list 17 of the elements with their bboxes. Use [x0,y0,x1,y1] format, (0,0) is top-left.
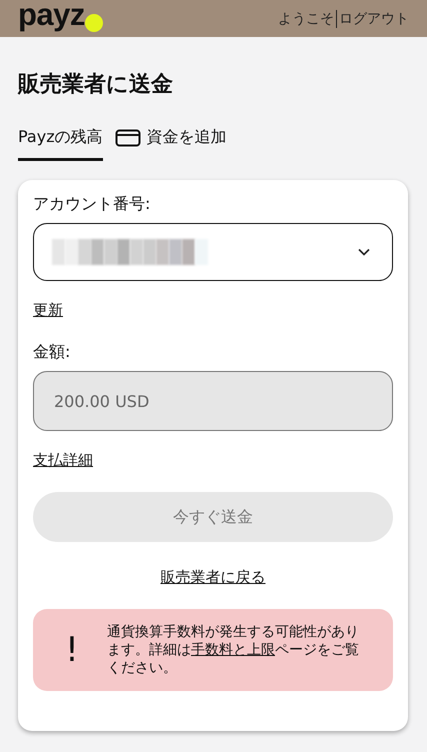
tab[interactable]: Payzの残高 [18,127,103,161]
field-label: 金額: [33,342,72,363]
logo: payz [18,0,103,30]
page-title: 販売業者に送金 [18,71,174,99]
back-link[interactable]: 販売業者に戻る [160,568,266,587]
payment-details-link[interactable]: 支払詳細 [33,451,93,470]
account-select[interactable] [33,223,393,281]
notice-text: 通貨換算手数料が発生する可能性があります。詳細は手数料と上限ページをご覧ください。 [107,623,359,677]
chevron-down-icon [358,248,370,256]
welcome-text: ようこそ [278,10,334,28]
fees-link[interactable]: 手数料と上限 [191,642,275,658]
logout-link[interactable]: ログアウト [339,10,409,28]
field-label: アカウント番号: [33,194,152,215]
card-icon [114,128,141,146]
refresh-link[interactable]: 更新 [33,301,63,320]
exclamation-icon: ! [63,630,81,670]
tab[interactable]: 資金を追加 [114,127,227,161]
